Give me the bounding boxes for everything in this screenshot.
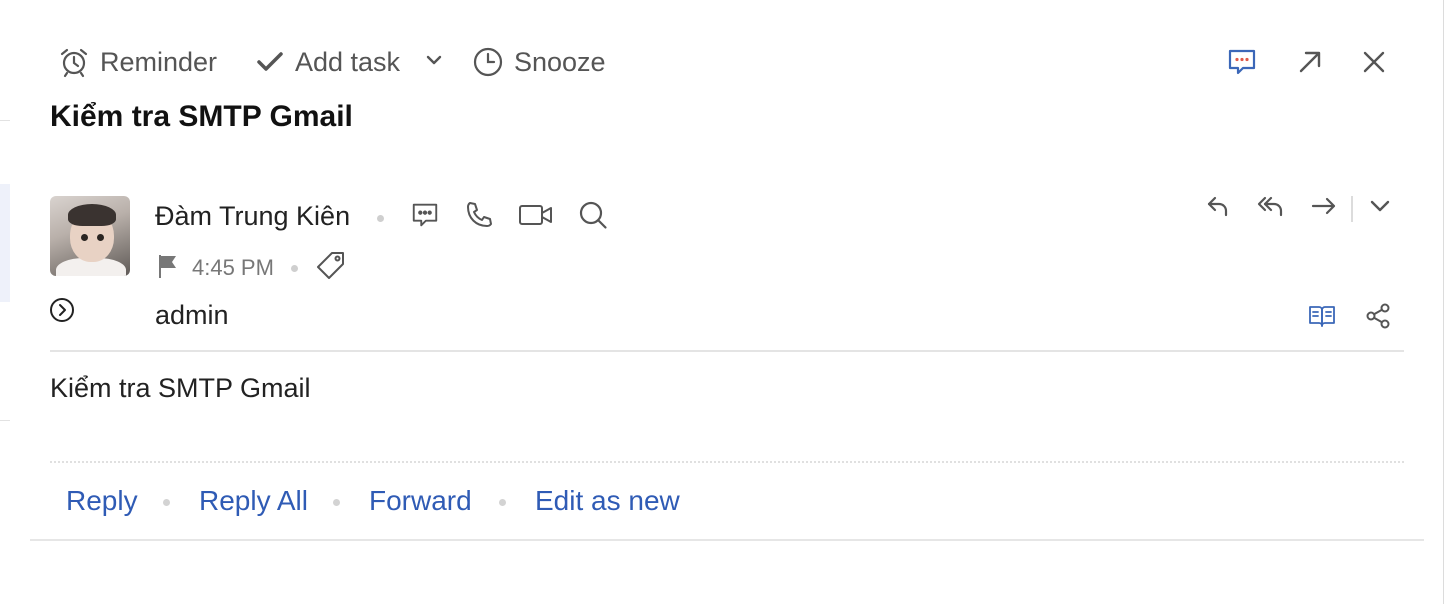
share-button[interactable] bbox=[1362, 302, 1394, 334]
footer-divider bbox=[30, 539, 1424, 541]
chat-icon bbox=[410, 200, 440, 235]
tag-button[interactable] bbox=[314, 251, 348, 285]
body-divider bbox=[50, 461, 1404, 463]
message-subject: Kiểm tra SMTP Gmail bbox=[50, 100, 353, 133]
details-toggle[interactable] bbox=[48, 297, 76, 328]
header-divider bbox=[50, 350, 1404, 352]
search-sender-button[interactable] bbox=[576, 200, 610, 234]
add-task-dropdown[interactable] bbox=[422, 50, 446, 74]
popout-button[interactable] bbox=[1292, 46, 1328, 82]
chevron-down-icon bbox=[425, 51, 443, 74]
toolbar-divider bbox=[1351, 196, 1353, 222]
mail-list-edge bbox=[0, 0, 10, 604]
video-call-button[interactable] bbox=[516, 200, 556, 234]
tag-icon bbox=[315, 250, 347, 287]
reply-all-icon bbox=[1256, 193, 1286, 224]
arrow-up-right-icon bbox=[1296, 48, 1324, 81]
search-icon bbox=[578, 200, 608, 235]
add-task-label: Add task bbox=[295, 46, 401, 77]
reading-mode-button[interactable] bbox=[1306, 302, 1338, 334]
reply-link[interactable]: Reply bbox=[66, 485, 138, 517]
list-divider bbox=[0, 120, 10, 121]
checkmark-icon bbox=[255, 47, 285, 77]
separator-dot bbox=[291, 265, 298, 272]
share-icon bbox=[1364, 302, 1392, 335]
snooze-button[interactable]: Snooze bbox=[472, 42, 606, 82]
separator-dot bbox=[333, 499, 340, 506]
chevron-down-icon bbox=[1369, 195, 1391, 222]
message-body: Kiểm tra SMTP Gmail bbox=[50, 373, 311, 403]
reply-all-link[interactable]: Reply All bbox=[199, 485, 308, 517]
reminder-button[interactable]: Reminder bbox=[58, 42, 217, 82]
edit-as-new-link[interactable]: Edit as new bbox=[535, 485, 680, 517]
add-task-button[interactable]: Add task bbox=[255, 42, 400, 82]
alarm-clock-icon bbox=[58, 46, 90, 78]
snooze-label: Snooze bbox=[514, 46, 606, 77]
reply-icon bbox=[1205, 193, 1231, 224]
message-time: 4:45 PM bbox=[192, 255, 274, 280]
close-button[interactable] bbox=[1356, 46, 1392, 82]
sender-name[interactable]: Đàm Trung Kiên bbox=[155, 201, 350, 232]
clock-icon bbox=[472, 46, 504, 78]
separator-dot bbox=[163, 499, 170, 506]
video-camera-icon bbox=[518, 201, 554, 234]
phone-icon bbox=[464, 200, 494, 235]
more-actions-dropdown[interactable] bbox=[1364, 192, 1396, 224]
call-button[interactable] bbox=[462, 200, 496, 234]
avatar[interactable] bbox=[50, 196, 130, 276]
separator-dot bbox=[499, 499, 506, 506]
reminder-label: Reminder bbox=[100, 46, 218, 77]
close-icon bbox=[1361, 49, 1387, 80]
flag-icon bbox=[157, 253, 179, 284]
list-divider bbox=[0, 420, 10, 421]
separator-dot bbox=[377, 215, 384, 222]
reply-icon-button[interactable] bbox=[1202, 192, 1234, 224]
forward-icon-button[interactable] bbox=[1308, 192, 1340, 224]
selected-list-item-edge[interactable] bbox=[0, 184, 10, 302]
chevron-right-circle-icon bbox=[49, 297, 75, 328]
book-icon bbox=[1308, 304, 1336, 333]
forward-link[interactable]: Forward bbox=[369, 485, 472, 517]
flag-button[interactable] bbox=[156, 254, 180, 282]
chat-icon bbox=[1226, 46, 1258, 83]
chat-sender-button[interactable] bbox=[408, 200, 442, 234]
forward-icon bbox=[1310, 193, 1338, 224]
reply-all-icon-button[interactable] bbox=[1254, 192, 1288, 224]
pane-border bbox=[1443, 0, 1444, 604]
chat-button[interactable] bbox=[1224, 46, 1260, 82]
recipient[interactable]: admin bbox=[155, 300, 229, 331]
